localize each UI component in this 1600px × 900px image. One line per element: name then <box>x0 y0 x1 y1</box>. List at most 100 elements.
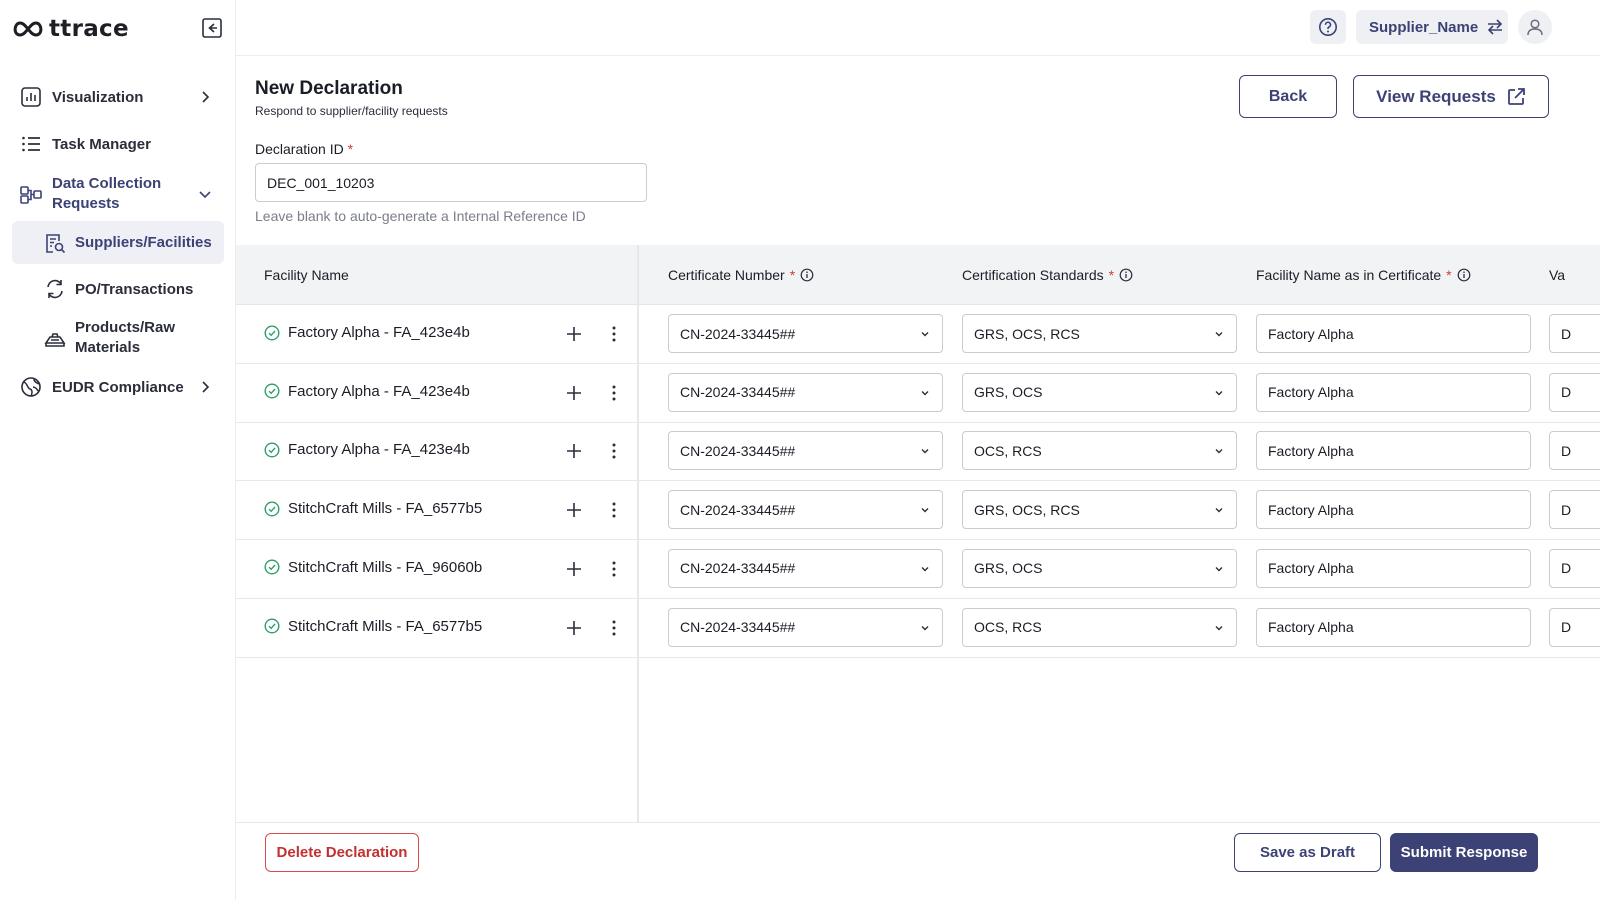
partial-column-input[interactable]: D <box>1549 372 1600 412</box>
required-mark: * <box>1108 267 1115 283</box>
partial-column-input[interactable]: D <box>1549 431 1600 471</box>
chevron-down-icon <box>921 449 929 454</box>
select-value: GRS, OCS <box>974 560 1043 577</box>
infinity-logo-icon <box>13 21 43 37</box>
partial-column-input[interactable]: D <box>1549 607 1600 647</box>
chevron-down-icon <box>1215 508 1223 513</box>
sidebar-subitem-suppliers-facilities[interactable]: Suppliers/Facilities <box>12 221 224 264</box>
facility-name-cert-input[interactable]: Factory Alpha <box>1256 372 1531 412</box>
add-icon[interactable] <box>565 384 583 402</box>
partial-column-input[interactable]: D <box>1549 548 1600 588</box>
facility-name-cert-input[interactable]: Factory Alpha <box>1256 431 1531 471</box>
facility-name: StitchCraft Mills - FA_96060b <box>288 558 483 576</box>
sidebar-subitem-label: Suppliers/Facilities <box>75 234 212 251</box>
sidebar: ttrace Visualization Task Manager Data C… <box>0 0 236 900</box>
input-value: Factory Alpha <box>1268 325 1354 342</box>
certification-standards-select[interactable]: OCS, RCS <box>962 607 1237 647</box>
partial-column-input[interactable]: D <box>1549 490 1600 530</box>
more-vertical-icon[interactable] <box>605 619 623 637</box>
certification-standards-select[interactable]: GRS, OCS <box>962 548 1237 588</box>
input-value: Factory Alpha <box>1268 560 1354 577</box>
certificate-number-select[interactable]: CN-2024-33445## <box>668 490 943 530</box>
list-icon <box>19 132 43 156</box>
sidebar-item-visualization[interactable]: Visualization <box>12 84 224 110</box>
sidebar-item-eudr-compliance[interactable]: EUDR Compliance <box>12 374 224 400</box>
facility-name: StitchCraft Mills - FA_6577b5 <box>288 500 483 518</box>
certification-standards-select[interactable]: GRS, OCS <box>962 372 1237 412</box>
info-icon[interactable] <box>800 268 814 282</box>
facility-cell: StitchCraft Mills - FA_96060b <box>264 559 482 576</box>
facility-name-cert-input[interactable]: Factory Alpha <box>1256 490 1531 530</box>
chevron-down-icon <box>921 508 929 513</box>
certificate-number-select[interactable]: CN-2024-33445## <box>668 431 943 471</box>
bar-chart-icon <box>19 85 43 109</box>
facility-name-cert-input[interactable]: Factory Alpha <box>1256 607 1531 647</box>
add-icon[interactable] <box>565 619 583 637</box>
submit-response-button[interactable]: Submit Response <box>1390 833 1538 872</box>
declaration-id-hint: Leave blank to auto-generate a Internal … <box>255 208 586 224</box>
add-icon[interactable] <box>565 560 583 578</box>
save-draft-button[interactable]: Save as Draft <box>1234 833 1381 872</box>
partial-column-input[interactable]: D <box>1549 314 1600 353</box>
certificate-number-select[interactable]: CN-2024-33445## <box>668 548 943 588</box>
declaration-id-label: Declaration ID * <box>255 141 354 157</box>
check-circle-icon <box>264 383 280 399</box>
add-icon[interactable] <box>565 325 583 343</box>
facility-name-cert-input[interactable]: Factory Alpha <box>1256 548 1531 588</box>
more-vertical-icon[interactable] <box>605 325 623 343</box>
select-value: CN-2024-33445## <box>680 560 796 577</box>
sidebar-subitem-po-transactions[interactable]: PO/Transactions <box>12 276 224 302</box>
chevron-down-icon <box>921 625 929 630</box>
facility-name: Factory Alpha - FA_423e4b <box>288 382 470 400</box>
info-icon[interactable] <box>1457 268 1471 282</box>
more-vertical-icon[interactable] <box>605 501 623 519</box>
certificate-number-select[interactable]: CN-2024-33445## <box>668 314 943 353</box>
avatar[interactable] <box>1518 10 1552 44</box>
view-requests-button[interactable]: View Requests <box>1353 75 1549 118</box>
sidebar-item-label: Data Collection Requests <box>52 175 162 212</box>
sidebar-item-task-manager[interactable]: Task Manager <box>12 131 224 157</box>
facility-name: Factory Alpha - FA_423e4b <box>288 441 470 459</box>
facility-name-cert-input[interactable]: Factory Alpha <box>1256 314 1531 353</box>
select-value: GRS, OCS, RCS <box>974 325 1080 342</box>
select-value: OCS, RCS <box>974 442 1042 459</box>
certificate-number-select[interactable]: CN-2024-33445## <box>668 607 943 647</box>
add-icon[interactable] <box>565 442 583 460</box>
certification-standards-select[interactable]: OCS, RCS <box>962 431 1237 471</box>
column-header-facility: Facility Name <box>264 267 349 283</box>
delete-declaration-button[interactable]: Delete Declaration <box>265 833 419 872</box>
select-value: CN-2024-33445## <box>680 384 796 401</box>
certificate-number-select[interactable]: CN-2024-33445## <box>668 372 943 412</box>
logo[interactable]: ttrace <box>11 16 129 42</box>
select-value: CN-2024-33445## <box>680 325 796 342</box>
help-icon <box>1319 18 1337 36</box>
info-icon[interactable] <box>1119 268 1133 282</box>
user-icon <box>1527 19 1543 36</box>
facility-cell: StitchCraft Mills - FA_6577b5 <box>264 500 482 517</box>
sidebar-subitem-label: Products/Raw Materials <box>75 319 176 356</box>
input-value: D <box>1561 560 1572 577</box>
more-vertical-icon[interactable] <box>605 560 623 578</box>
sidebar-item-data-collection[interactable]: Data Collection Requests <box>12 174 224 214</box>
page-subtitle: Respond to supplier/facility requests <box>255 104 448 118</box>
back-button[interactable]: Back <box>1239 75 1337 118</box>
sidebar-subitem-label: PO/Transactions <box>75 280 194 298</box>
facility-cell: Factory Alpha - FA_423e4b <box>264 441 470 458</box>
column-header-standards: Certification Standards * <box>962 267 1133 283</box>
help-button[interactable] <box>1310 10 1346 44</box>
required-mark: * <box>347 141 354 157</box>
check-circle-icon <box>264 618 280 634</box>
sidebar-subitem-products-raw-materials[interactable]: Products/Raw Materials <box>12 318 224 358</box>
declaration-id-input[interactable] <box>255 163 647 202</box>
sidebar-item-label: EUDR Compliance <box>52 378 184 396</box>
supplier-switch-button[interactable]: Supplier_Name <box>1356 10 1508 44</box>
certification-standards-select[interactable]: GRS, OCS, RCS <box>962 490 1237 530</box>
switch-arrows-icon <box>1488 19 1503 35</box>
input-value: D <box>1561 384 1572 401</box>
more-vertical-icon[interactable] <box>605 442 623 460</box>
column-header-certificate: Certificate Number * <box>668 267 814 283</box>
collapse-sidebar-icon[interactable] <box>202 18 222 38</box>
certification-standards-select[interactable]: GRS, OCS, RCS <box>962 314 1237 353</box>
add-icon[interactable] <box>565 501 583 519</box>
more-vertical-icon[interactable] <box>605 384 623 402</box>
